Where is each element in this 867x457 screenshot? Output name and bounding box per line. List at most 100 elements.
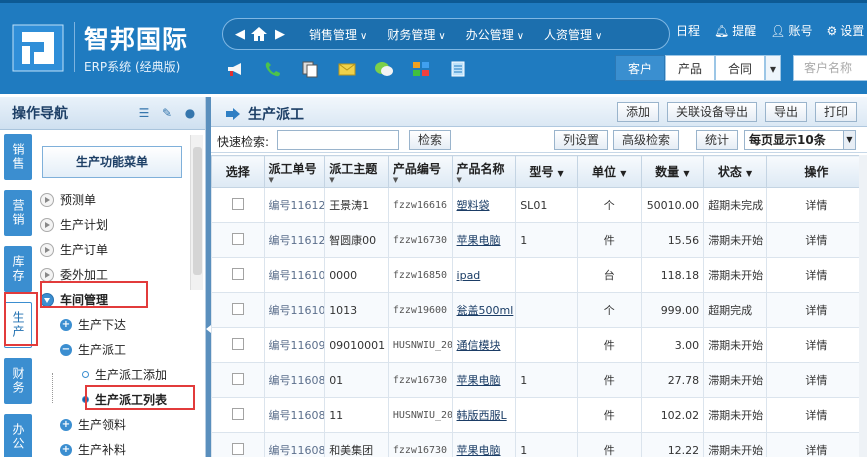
module-tab-marketing[interactable]: 营销 [4, 190, 32, 236]
nav-finance[interactable]: 财务管理 ∨ [387, 26, 445, 43]
row-select[interactable] [211, 222, 265, 258]
row-checkbox[interactable] [231, 372, 244, 385]
chat-icon[interactable] [374, 60, 394, 78]
col-product-name[interactable]: 产品名称 ▼ [451, 155, 517, 188]
product-name[interactable]: 韩版西服L [451, 397, 517, 433]
column-settings-button[interactable]: 列设置 [554, 130, 609, 150]
menu-item-forecast[interactable]: 预测单 [40, 187, 195, 212]
table-row[interactable]: 编号11608 01 fzzw16730 苹果电脑 1 件 27.78 滞期未开始 详情 [211, 362, 867, 398]
product-name[interactable]: 塑料袋 [451, 187, 517, 223]
row-checkbox[interactable] [231, 302, 244, 315]
product-name[interactable]: 通信模块 [451, 327, 517, 363]
scope-tab-customer[interactable]: 客户 [615, 55, 666, 81]
scope-tab-contract[interactable]: 合同 [715, 55, 766, 81]
customer-search-input[interactable]: 客户名称 [793, 55, 867, 81]
table-row[interactable]: 编号11608 和美集团 fzzw16730 苹果电脑 1 件 12.22 滞期未开始 详情 [211, 432, 867, 457]
table-row[interactable]: 编号11610 1013 fzzw19600 瓮盖500ml 个 999.00 超期完成 详情 [211, 292, 867, 328]
export-equipment-button[interactable]: 关联设备导出 [666, 102, 757, 122]
row-select[interactable] [211, 362, 265, 398]
document-icon[interactable] [448, 60, 468, 78]
menu-item-release[interactable]: + 生产下达 [40, 312, 195, 337]
detail-button[interactable]: 详情 [805, 199, 827, 212]
table-row[interactable]: 编号11609 09010001 HUSNWIU_20 通信模块 件 3.00 滞期未开始 详… [211, 327, 867, 363]
menu-item-order[interactable]: 生产订单 [40, 237, 195, 262]
row-checkbox[interactable] [231, 232, 244, 245]
home-icon[interactable] [249, 25, 271, 43]
detail-link[interactable]: 详情 [765, 257, 867, 293]
quick-search-input[interactable] [277, 130, 399, 150]
schedule-link[interactable]: 日程 [676, 22, 700, 39]
user-icon[interactable]: ● [183, 106, 197, 120]
row-select[interactable] [211, 257, 265, 293]
row-select[interactable] [211, 292, 265, 328]
module-tab-inventory[interactable]: 库存 [4, 246, 32, 292]
reminder-link[interactable]: 🔔︎ 提醒 [714, 22, 756, 39]
menu-item-dispatch[interactable]: − 生产派工 [40, 337, 195, 362]
detail-link[interactable]: 详情 [765, 362, 867, 398]
nav-prev-arrow-icon[interactable]: ◀ [231, 27, 249, 42]
statistics-button[interactable]: 统计 [696, 130, 739, 150]
account-link[interactable]: 👤︎ 账号 [770, 22, 812, 39]
nav-sales[interactable]: 销售管理 ∨ [309, 26, 367, 43]
detail-button[interactable]: 详情 [805, 234, 827, 247]
table-row[interactable]: 编号11610 0000 fzzw16850 ipad 台 118.18 滞期未开始 详情 [211, 257, 867, 293]
menu-item-supplement[interactable]: + 生产补料 [40, 437, 195, 457]
list-icon[interactable]: ☰ [137, 106, 151, 120]
detail-button[interactable]: 详情 [805, 444, 827, 457]
scope-dropdown-chevron-icon[interactable]: ▾ [765, 55, 782, 81]
row-select[interactable] [211, 187, 265, 223]
detail-button[interactable]: 详情 [805, 374, 827, 387]
col-product-code[interactable]: 产品编号 ▼ [387, 155, 453, 188]
product-name[interactable]: ipad [451, 257, 517, 293]
col-qty[interactable]: 数量 ▼ [640, 155, 705, 188]
menu-item-plan[interactable]: 生产计划 [40, 212, 195, 237]
grid-icon[interactable] [411, 60, 431, 78]
table-row[interactable]: 编号11612 智圆康00 fzzw16730 苹果电脑 1 件 15.56 滞期未开始 详情 [211, 222, 867, 258]
col-unit[interactable]: 单位 ▼ [576, 155, 642, 188]
advanced-search-button[interactable]: 高级检索 [613, 130, 680, 150]
col-dispatch-no[interactable]: 派工单号 ▼ [263, 155, 326, 188]
product-name[interactable]: 苹果电脑 [451, 362, 517, 398]
detail-link[interactable]: 详情 [765, 292, 867, 328]
col-status[interactable]: 状态 ▼ [703, 155, 767, 188]
detail-button[interactable]: 详情 [805, 339, 827, 352]
detail-button[interactable]: 详情 [805, 304, 827, 317]
row-checkbox[interactable] [231, 267, 244, 280]
wrench-icon[interactable]: ✎ [160, 106, 174, 120]
add-button[interactable]: 添加 [616, 102, 659, 122]
detail-button[interactable]: 详情 [805, 269, 827, 282]
detail-link[interactable]: 详情 [765, 397, 867, 433]
table-row[interactable]: 编号11612 王景涛1 fzzw16616 塑料袋 SL01 个 50010.00 超期未完… [211, 187, 867, 223]
col-model[interactable]: 型号 ▼ [515, 155, 578, 188]
module-tab-finance[interactable]: 财务 [4, 358, 32, 404]
detail-link[interactable]: 详情 [765, 432, 867, 457]
row-checkbox[interactable] [231, 197, 244, 210]
row-checkbox[interactable] [231, 442, 244, 455]
product-name[interactable]: 苹果电脑 [451, 432, 517, 457]
module-tab-sales[interactable]: 销售 [4, 134, 32, 180]
export-button[interactable]: 导出 [764, 102, 807, 122]
nav-office[interactable]: 办公管理 ∨ [466, 26, 524, 43]
row-checkbox[interactable] [231, 337, 244, 350]
phone-icon[interactable] [263, 60, 283, 78]
page-size-select[interactable]: 每页显示10条 ▼ [744, 130, 856, 150]
row-checkbox[interactable] [231, 407, 244, 420]
row-select[interactable] [211, 432, 265, 457]
table-scrollbar[interactable] [859, 155, 867, 457]
module-tab-office[interactable]: 办公 [4, 414, 32, 457]
detail-link[interactable]: 详情 [765, 327, 867, 363]
production-menu-header[interactable]: 生产功能菜单 [42, 146, 182, 178]
mail-icon[interactable] [337, 60, 357, 78]
detail-link[interactable]: 详情 [765, 222, 867, 258]
row-select[interactable] [211, 327, 265, 363]
nav-hr[interactable]: 人资管理 ∨ [544, 26, 602, 43]
detail-button[interactable]: 详情 [805, 409, 827, 422]
nav-next-arrow-icon[interactable]: ▶ [271, 27, 289, 42]
detail-link[interactable]: 详情 [765, 187, 867, 223]
product-name[interactable]: 瓮盖500ml [451, 292, 517, 328]
print-button[interactable]: 打印 [814, 102, 857, 122]
settings-link[interactable]: ⚙ 设置 [827, 22, 865, 39]
col-subject[interactable]: 派工主题 ▼ [324, 155, 389, 188]
copy-icon[interactable] [300, 60, 320, 78]
scope-tab-product[interactable]: 产品 [665, 55, 716, 81]
